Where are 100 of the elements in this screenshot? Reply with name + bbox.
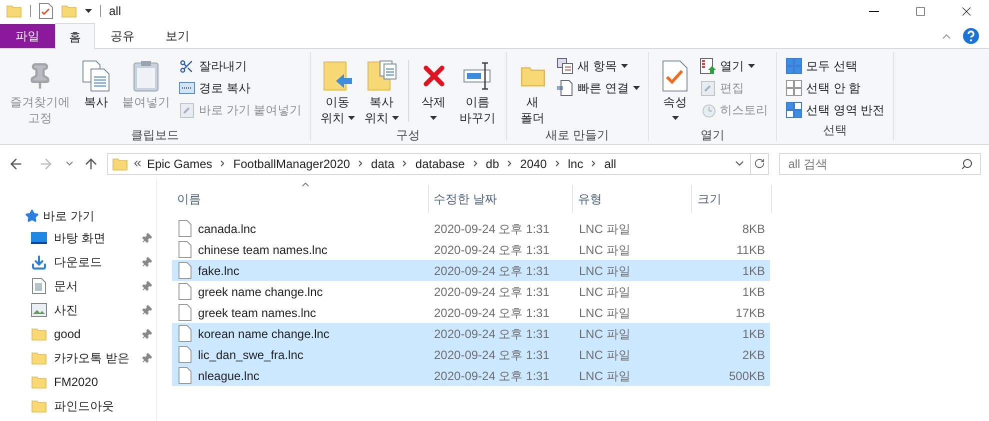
folder-icon	[31, 350, 47, 366]
ribbon-button[interactable]: 복사	[76, 54, 116, 110]
table-cell-text: 500KB	[728, 368, 766, 384]
ribbon-button[interactable]: 모두 선택	[785, 57, 885, 75]
file-row[interactable]: korean name change.lnc 2020-09-24 오후 1:31 LNC 파일 1KB	[172, 323, 770, 344]
breadcrumb[interactable]: FootballManager2020	[229, 154, 354, 172]
table-cell-text: 8KB	[741, 220, 766, 238]
file-name: chinese team names.lnc	[198, 242, 328, 258]
folder-arrow-icon	[322, 60, 354, 92]
sidebar-item[interactable]: 다운로드	[0, 250, 156, 274]
ribbon-button[interactable]: 빠른 연결	[556, 79, 640, 97]
ribbon-button[interactable]: 복사 위치	[360, 54, 403, 126]
clipboard-icon	[133, 60, 159, 92]
document-icon	[557, 80, 574, 96]
ribbon-button[interactable]: 경로 복사	[178, 79, 302, 97]
table-cell-text: 2020-09-24 오후 1:31	[433, 368, 550, 384]
caret-icon	[748, 64, 756, 68]
file-icon	[178, 283, 192, 300]
ribbon-button[interactable]: 잘라내기	[178, 57, 302, 75]
caret-icon	[85, 9, 92, 13]
folder-icon	[31, 398, 47, 414]
image-icon	[31, 303, 47, 317]
column-header[interactable]: 수정한 날짜	[428, 185, 573, 213]
table-cell-text: 2KB	[741, 346, 766, 364]
ribbon-tab[interactable]: 보기	[150, 24, 205, 48]
file-row[interactable]: nleague.lnc 2020-09-24 오후 1:31 LNC 파일 500KB	[172, 365, 770, 386]
breadcrumb[interactable]: lnc	[564, 154, 588, 172]
file-row[interactable]: greek team names.lnc 2020-09-24 오후 1:31 LNC 파일 17KB	[172, 302, 770, 323]
caret-icon	[392, 116, 399, 120]
column-header[interactable]: 유형	[572, 185, 692, 213]
file-row[interactable]: lic_dan_swe_fra.lnc 2020-09-24 오후 1:31 LNC 파일 2KB	[172, 344, 770, 365]
path-icon	[178, 82, 194, 94]
file-row[interactable]: canada.lnc 2020-09-24 오후 1:31 LNC 파일 8KB	[172, 218, 770, 239]
up-icon[interactable]	[82, 156, 99, 172]
back-icon[interactable]	[8, 156, 24, 172]
sidebar-item[interactable]: 바탕 화면	[0, 226, 156, 250]
breadcrumb[interactable]: all	[600, 154, 620, 172]
address-field[interactable]: Epic Games FootballManager2020 data database db 2040 lnc all	[106, 152, 770, 174]
folder-icon	[112, 156, 128, 172]
table-cell-text: LNC 파일	[578, 242, 632, 258]
table-cell-text: 1KB	[741, 262, 766, 280]
table-cell-text: 2020-09-24 오후 1:31	[433, 220, 550, 238]
sidebar-item[interactable]: 사진	[0, 298, 156, 322]
sidebar-item[interactable]: 바로 가기	[0, 205, 156, 226]
desktop-icon	[31, 231, 47, 245]
document-icon	[32, 278, 46, 294]
history-icon	[700, 102, 716, 118]
breadcrumb[interactable]: 2040	[516, 154, 551, 172]
file-icon	[178, 304, 192, 321]
folder-documents-icon	[366, 60, 398, 92]
column-header[interactable]: 크기	[692, 185, 772, 213]
search-field[interactable]: all 검색	[779, 152, 981, 174]
file-icon	[178, 262, 192, 279]
file-row[interactable]: greek name change.lnc 2020-09-24 오후 1:31 LNC 파일 1KB	[172, 281, 770, 302]
ribbon-button[interactable]: 이동 위치	[316, 54, 359, 126]
ribbon-tab[interactable]: 공유	[95, 24, 150, 48]
file-icon	[178, 346, 192, 363]
group-label: 클립보드	[130, 127, 179, 144]
column-header[interactable]: 이름	[172, 185, 429, 213]
file-row[interactable]: chinese team names.lnc 2020-09-24 오후 1:31 LNC 파일 11KB	[172, 239, 770, 260]
ribbon-button[interactable]: 열기	[699, 57, 768, 75]
ribbon-button[interactable]: 선택 안 함	[785, 79, 885, 97]
sidebar-item[interactable]: 문서	[0, 274, 156, 298]
refresh-icon	[754, 158, 766, 169]
file-name: nleague.lnc	[198, 368, 260, 384]
ribbon-button[interactable]: 삭제	[414, 54, 454, 126]
minimize-icon	[869, 10, 879, 12]
ribbon-button[interactable]: 새 폴더	[512, 54, 553, 126]
group-label: 열기	[700, 127, 725, 144]
ribbon-button[interactable]: 이름 바꾸기	[456, 54, 500, 126]
sidebar-item[interactable]: 파인드아웃	[0, 394, 156, 418]
clipboard-icon	[180, 102, 194, 118]
sidebar-item[interactable]: 카카오톡 받은	[0, 346, 156, 370]
folder-icon	[6, 3, 22, 19]
ribbon-button[interactable]: 선택 영역 반전	[785, 101, 885, 119]
sidebar-item[interactable]: good	[0, 322, 156, 346]
folder-icon	[31, 326, 47, 342]
ribbon-tab[interactable]: 홈	[55, 23, 95, 49]
file-row[interactable]: fake.lnc 2020-09-24 오후 1:31 LNC 파일 1KB	[172, 260, 770, 281]
file-name: korean name change.lnc	[198, 326, 330, 342]
sidebar-item[interactable]: FM2020	[0, 370, 156, 394]
breadcrumb[interactable]: Epic Games	[142, 154, 216, 172]
maximize-icon	[914, 6, 926, 16]
invert-selection-icon	[786, 102, 802, 118]
properties-icon[interactable]	[39, 3, 53, 19]
file-name: greek team names.lnc	[198, 304, 316, 322]
ribbon-button[interactable]: 속성	[655, 54, 696, 126]
edit-icon	[700, 80, 715, 96]
breadcrumb[interactable]: database	[411, 154, 469, 172]
table-cell-text: 1KB	[741, 284, 766, 300]
table-cell-text: 17KB	[734, 304, 766, 322]
ribbon-tab[interactable]: 파일	[0, 24, 55, 48]
breadcrumb[interactable]: data	[367, 154, 398, 172]
table-cell-text: 2020-09-24 오후 1:31	[433, 346, 550, 364]
ribbon-button[interactable]: 새 항목	[556, 57, 640, 75]
forward-icon[interactable]	[38, 156, 54, 172]
help-icon[interactable]	[963, 28, 979, 44]
window-title: all	[109, 3, 122, 20]
breadcrumb[interactable]: db	[482, 154, 504, 172]
overflow-icon[interactable]	[132, 158, 143, 169]
